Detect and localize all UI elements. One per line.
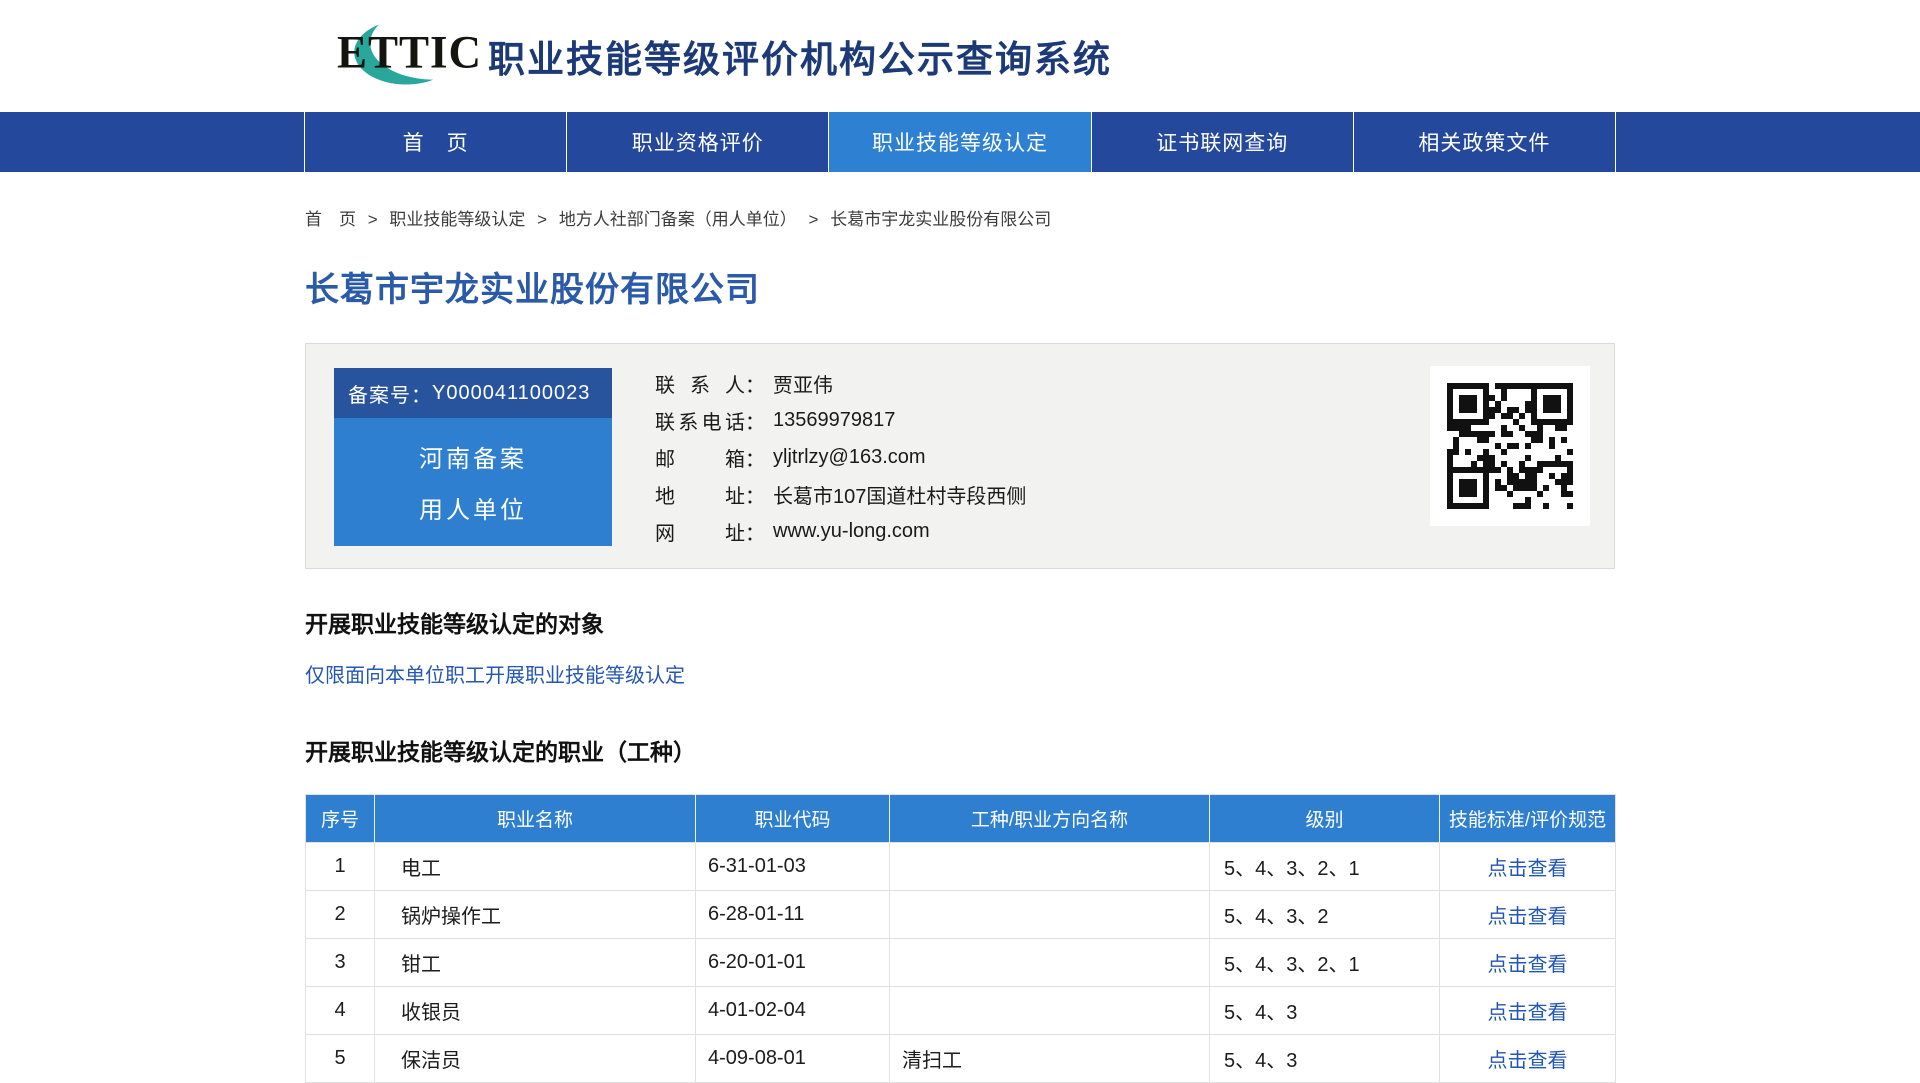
logo-text: ETTIC bbox=[337, 25, 482, 79]
breadcrumb-separator: > bbox=[537, 210, 547, 229]
nav-item-policy-docs[interactable]: 相关政策文件 bbox=[1353, 112, 1616, 172]
col-header-job-code: 职业代码 bbox=[696, 795, 890, 843]
contact-address-row: 地址： 长葛市107国道杜村寺段西侧 bbox=[655, 476, 1026, 513]
record-number-label: 备案号： bbox=[348, 379, 432, 408]
cell-direction bbox=[890, 987, 1210, 1035]
colon: ： bbox=[745, 443, 765, 472]
cell-job-code: 4-09-08-01 bbox=[696, 1035, 890, 1083]
cell-levels: 5、4、3 bbox=[1210, 1035, 1440, 1083]
table-row: 2 锅炉操作工 6-28-01-11 5、4、3、2 点击查看 bbox=[306, 891, 1616, 939]
cell-job-name: 电工 bbox=[375, 843, 696, 891]
breadcrumb-record-category[interactable]: 地方人社部门备案（用人单位） bbox=[559, 210, 797, 229]
cell-job-name: 保洁员 bbox=[375, 1035, 696, 1083]
record-number-bar: 备案号： Y000041100023 bbox=[334, 368, 612, 418]
cell-levels: 5、4、3 bbox=[1210, 987, 1440, 1035]
contact-person-value: 贾亚伟 bbox=[773, 369, 833, 398]
cell-job-code: 4-01-02-04 bbox=[696, 987, 890, 1035]
breadcrumb-separator: > bbox=[368, 210, 378, 229]
breadcrumb-home[interactable]: 首 页 bbox=[305, 210, 356, 229]
cell-job-name: 钳工 bbox=[375, 939, 696, 987]
contact-website-label: 网址 bbox=[655, 517, 745, 546]
col-header-standard: 技能标准/评价规范 bbox=[1440, 795, 1616, 843]
view-standard-link[interactable]: 点击查看 bbox=[1488, 906, 1568, 928]
ettic-logo[interactable]: ETTIC bbox=[305, 16, 470, 96]
target-section-heading: 开展职业技能等级认定的对象 bbox=[305, 611, 1615, 638]
record-number-value: Y000041100023 bbox=[432, 382, 590, 405]
jobs-table: 序号 职业名称 职业代码 工种/职业方向名称 级别 技能标准/评价规范 1 电工… bbox=[305, 794, 1616, 1083]
colon: ： bbox=[745, 369, 765, 398]
cell-index: 5 bbox=[306, 1035, 375, 1083]
contact-person-label: 联系人 bbox=[655, 369, 745, 398]
contact-info: 联系人： 贾亚伟 联系电话： 13569979817 邮箱： yljtrlzy@… bbox=[655, 365, 1026, 550]
table-row: 4 收银员 4-01-02-04 5、4、3 点击查看 bbox=[306, 987, 1616, 1035]
contact-address-label: 地址 bbox=[655, 480, 745, 509]
contact-address-value: 长葛市107国道杜村寺段西侧 bbox=[773, 480, 1026, 509]
cell-levels: 5、4、3、2 bbox=[1210, 891, 1440, 939]
contact-website-value: www.yu-long.com bbox=[773, 520, 930, 543]
record-badge: 备案号： Y000041100023 河南备案 用人单位 bbox=[334, 368, 612, 546]
breadcrumb-separator: > bbox=[809, 210, 819, 229]
colon: ： bbox=[745, 406, 765, 435]
cell-index: 2 bbox=[306, 891, 375, 939]
table-row: 1 电工 6-31-01-03 5、4、3、2、1 点击查看 bbox=[306, 843, 1616, 891]
nav-item-cert-query[interactable]: 证书联网查询 bbox=[1091, 112, 1353, 172]
record-province: 河南备案 bbox=[419, 439, 527, 474]
view-standard-link[interactable]: 点击查看 bbox=[1488, 954, 1568, 976]
colon: ： bbox=[745, 480, 765, 509]
cell-job-code: 6-20-01-01 bbox=[696, 939, 890, 987]
colon: ： bbox=[745, 517, 765, 546]
table-row: 5 保洁员 4-09-08-01 清扫工 5、4、3 点击查看 bbox=[306, 1035, 1616, 1083]
cell-direction bbox=[890, 891, 1210, 939]
contact-email-row: 邮箱： yljtrlzy@163.com bbox=[655, 439, 1026, 476]
nav-item-home[interactable]: 首 页 bbox=[304, 112, 566, 172]
contact-website-row: 网址： www.yu-long.com bbox=[655, 513, 1026, 550]
cell-index: 1 bbox=[306, 843, 375, 891]
cell-job-name: 收银员 bbox=[375, 987, 696, 1035]
table-header-row: 序号 职业名称 职业代码 工种/职业方向名称 级别 技能标准/评价规范 bbox=[306, 795, 1616, 843]
col-header-direction: 工种/职业方向名称 bbox=[890, 795, 1210, 843]
view-standard-link[interactable]: 点击查看 bbox=[1488, 858, 1568, 880]
jobs-section-heading: 开展职业技能等级认定的职业（工种） bbox=[305, 739, 1615, 766]
cell-index: 3 bbox=[306, 939, 375, 987]
contact-phone-row: 联系电话： 13569979817 bbox=[655, 402, 1026, 439]
breadcrumb: 首 页 > 职业技能等级认定 > 地方人社部门备案（用人单位） > 长葛市宇龙实… bbox=[305, 205, 1615, 230]
company-info-card: 备案号： Y000041100023 河南备案 用人单位 联系人： 贾亚伟 联系… bbox=[305, 343, 1615, 569]
contact-email-label: 邮箱 bbox=[655, 443, 745, 472]
view-standard-link[interactable]: 点击查看 bbox=[1488, 1050, 1568, 1072]
contact-phone-value: 13569979817 bbox=[773, 409, 895, 432]
contact-phone-label: 联系电话 bbox=[655, 406, 745, 435]
cell-index: 4 bbox=[306, 987, 375, 1035]
cell-direction bbox=[890, 939, 1210, 987]
cell-job-code: 6-31-01-03 bbox=[696, 843, 890, 891]
breadcrumb-current-company: 长葛市宇龙实业股份有限公司 bbox=[830, 210, 1051, 229]
view-standard-link[interactable]: 点击查看 bbox=[1488, 1002, 1568, 1024]
nav-item-skill-level[interactable]: 职业技能等级认定 bbox=[828, 112, 1090, 172]
col-header-index: 序号 bbox=[306, 795, 375, 843]
page-title: 长葛市宇龙实业股份有限公司 bbox=[305, 270, 1615, 310]
cell-direction: 清扫工 bbox=[890, 1035, 1210, 1083]
cell-levels: 5、4、3、2、1 bbox=[1210, 843, 1440, 891]
site-title: 职业技能等级评价机构公示查询系统 bbox=[488, 29, 1112, 83]
cell-levels: 5、4、3、2、1 bbox=[1210, 939, 1440, 987]
record-unit-type: 用人单位 bbox=[419, 490, 527, 525]
col-header-job-name: 职业名称 bbox=[375, 795, 696, 843]
cell-job-code: 6-28-01-11 bbox=[696, 891, 890, 939]
breadcrumb-skill-level[interactable]: 职业技能等级认定 bbox=[389, 210, 525, 229]
record-type-badge: 河南备案 用人单位 bbox=[334, 418, 612, 546]
col-header-levels: 级别 bbox=[1210, 795, 1440, 843]
contact-person-row: 联系人： 贾亚伟 bbox=[655, 365, 1026, 402]
cell-direction bbox=[890, 843, 1210, 891]
cell-job-name: 锅炉操作工 bbox=[375, 891, 696, 939]
nav-item-qualification-eval[interactable]: 职业资格评价 bbox=[566, 112, 828, 172]
qr-code bbox=[1430, 366, 1590, 526]
contact-email-value: yljtrlzy@163.com bbox=[773, 446, 926, 469]
target-scope-link[interactable]: 仅限面向本单位职工开展职业技能等级认定 bbox=[305, 664, 1615, 688]
table-row: 3 钳工 6-20-01-01 5、4、3、2、1 点击查看 bbox=[306, 939, 1616, 987]
page-header: ETTIC 职业技能等级评价机构公示查询系统 bbox=[0, 0, 1920, 112]
main-navbar: 首 页 职业资格评价 职业技能等级认定 证书联网查询 相关政策文件 bbox=[0, 112, 1920, 172]
